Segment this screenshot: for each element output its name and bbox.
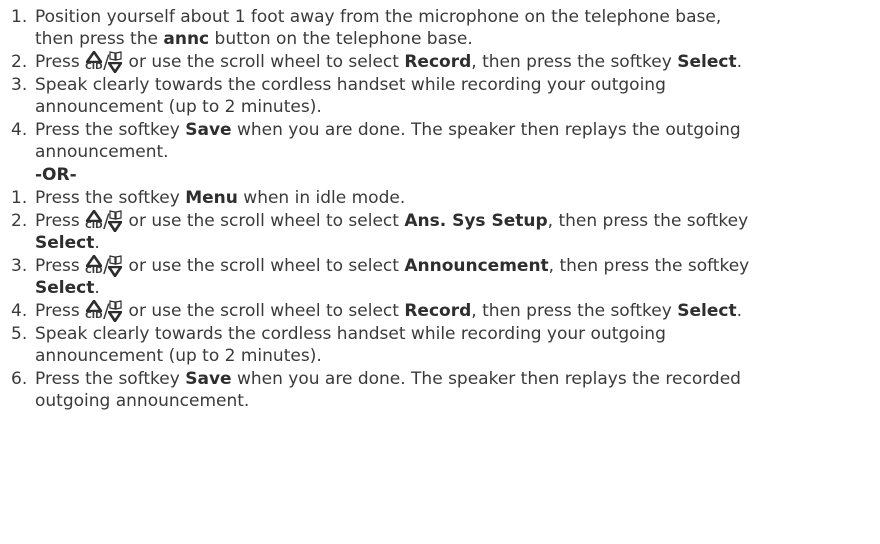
- step-text: or use the scroll wheel to select: [123, 301, 405, 321]
- softkey-name: Select: [35, 278, 95, 298]
- down-triangle-icon: [108, 221, 123, 232]
- step-number: 1.: [11, 188, 28, 208]
- menu-option: Ans. Sys Setup: [404, 211, 548, 231]
- step-text: or use the scroll wheel to select: [123, 256, 405, 276]
- step-text: then press the: [35, 29, 164, 49]
- phonebook-icon: [109, 255, 122, 265]
- softkey-name: Select: [35, 233, 95, 253]
- step-text: Press: [35, 211, 86, 231]
- step-number: 4.: [11, 120, 28, 140]
- softkey-name: Select: [677, 52, 737, 72]
- cid-up-phonebook-down-icon: CID /: [85, 210, 123, 232]
- menu-option: Record: [404, 52, 472, 72]
- instructions-document: 1. Position yourself about 1 foot away f…: [0, 0, 880, 544]
- step-number: 2.: [11, 211, 28, 231]
- step-6: 6. Press the softkey Save when you are d…: [0, 368, 880, 412]
- step-text: announcement (up to 2 minutes).: [35, 346, 322, 366]
- step-text: announcement.: [35, 142, 169, 162]
- phonebook-icon: [109, 300, 122, 310]
- step-1: 1. Position yourself about 1 foot away f…: [0, 6, 880, 50]
- step-5: 5. Speak clearly towards the cordless ha…: [0, 323, 880, 367]
- step-text: Speak clearly towards the cordless hands…: [35, 75, 666, 95]
- step-text: Press the softkey: [35, 120, 186, 140]
- step-text: Press the softkey: [35, 188, 186, 208]
- step-number: 4.: [11, 301, 28, 321]
- or-separator: -OR-: [35, 165, 77, 185]
- step-text: .: [94, 233, 100, 253]
- step-text: , then press the softkey: [547, 211, 749, 231]
- annc-button-name: annc: [163, 29, 210, 49]
- step-text: .: [736, 301, 742, 321]
- cid-up-phonebook-down-icon: CID /: [85, 300, 123, 322]
- softkey-name: Select: [677, 301, 737, 321]
- step-text: when in idle mode.: [237, 188, 406, 208]
- step-text: or use the scroll wheel to select: [123, 211, 405, 231]
- step-text: when you are done. The speaker then repl…: [231, 369, 741, 389]
- softkey-name: Menu: [185, 188, 238, 208]
- down-triangle-icon: [108, 62, 123, 73]
- step-text: Press: [35, 52, 86, 72]
- step-1: 1. Press the softkey Menu when in idle m…: [0, 187, 880, 209]
- step-4: 4. Press the softkey Save when you are d…: [0, 119, 880, 163]
- step-text: , then press the softkey: [548, 256, 750, 276]
- phonebook-icon: [109, 210, 122, 220]
- step-text: , then press the softkey: [471, 52, 678, 72]
- step-text: outgoing announcement.: [35, 391, 250, 411]
- step-2: 2. Press CID / or use the scroll wheel to…: [0, 210, 880, 254]
- step-3: 3. Press CID / or use the scroll wheel to…: [0, 255, 880, 299]
- step-number: 3.: [11, 75, 28, 95]
- step-text: when you are done. The speaker then repl…: [231, 120, 741, 140]
- step-number: 2.: [11, 52, 28, 72]
- step-text: Speak clearly towards the cordless hands…: [35, 324, 666, 344]
- step-3: 3. Speak clearly towards the cordless ha…: [0, 74, 880, 118]
- step-text: button on the telephone base.: [209, 29, 473, 49]
- phonebook-icon: [109, 51, 122, 61]
- softkey-name: Save: [185, 120, 232, 140]
- step-text: , then press the softkey: [471, 301, 678, 321]
- steps-list-record-from-menu: 1. Press the softkey Menu when in idle m…: [0, 187, 880, 412]
- step-number: 6.: [11, 369, 28, 389]
- cid-up-phonebook-down-icon: CID /: [85, 255, 123, 277]
- step-text: Press the softkey: [35, 369, 186, 389]
- steps-list-record-from-base: 1. Position yourself about 1 foot away f…: [0, 6, 880, 163]
- step-number: 5.: [11, 324, 28, 344]
- step-4: 4. Press CID / or use the scroll wheel to…: [0, 300, 880, 322]
- step-text: .: [94, 278, 100, 298]
- step-text: announcement (up to 2 minutes).: [35, 97, 322, 117]
- step-text: .: [736, 52, 742, 72]
- step-text: or use the scroll wheel to select: [123, 52, 405, 72]
- down-triangle-icon: [108, 266, 123, 277]
- menu-option: Record: [404, 301, 472, 321]
- step-text: Position yourself about 1 foot away from…: [35, 7, 722, 27]
- step-number: 1.: [11, 7, 28, 27]
- softkey-name: Save: [185, 369, 232, 389]
- down-triangle-icon: [108, 311, 123, 322]
- step-2: 2. Press CID / or use the scroll wheel to…: [0, 51, 880, 73]
- menu-option: Announcement: [404, 256, 549, 276]
- cid-up-phonebook-down-icon: CID /: [85, 51, 123, 73]
- step-number: 3.: [11, 256, 28, 276]
- step-text: Press: [35, 301, 86, 321]
- step-text: Press: [35, 256, 86, 276]
